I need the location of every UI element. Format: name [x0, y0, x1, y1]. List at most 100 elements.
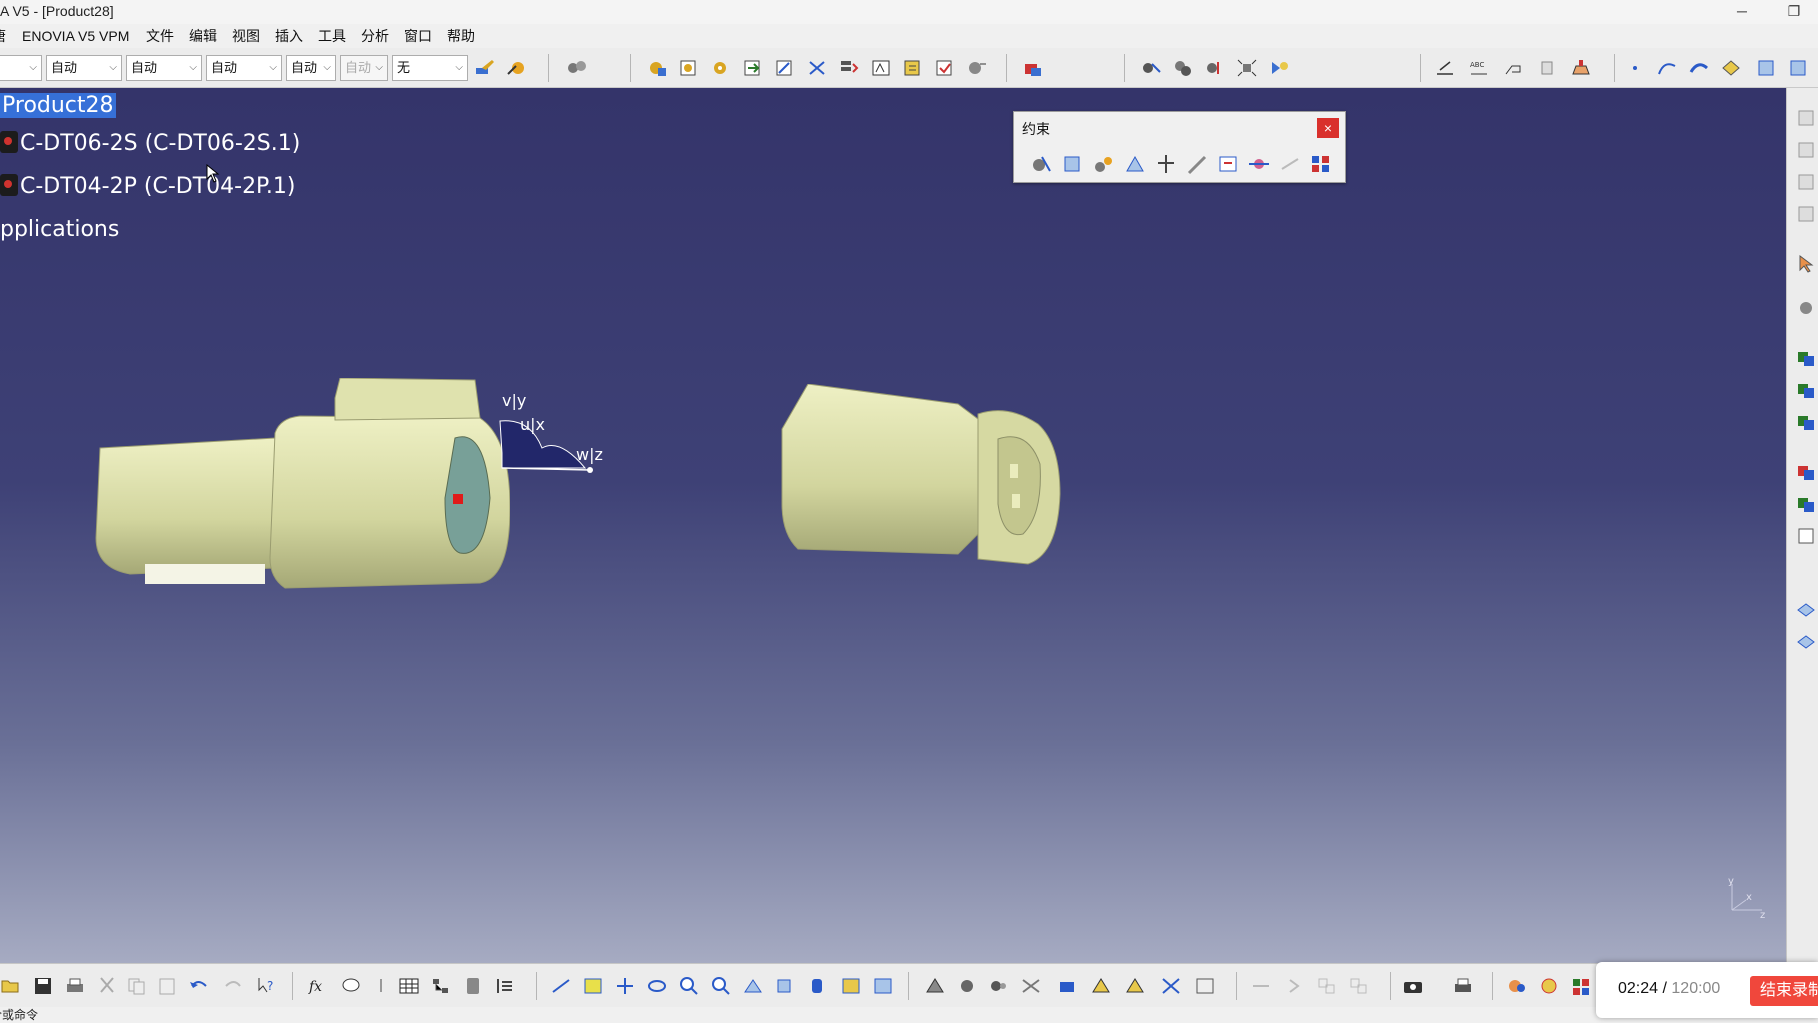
bom-icon[interactable]: [1796, 140, 1816, 160]
merge-icon[interactable]: [1348, 976, 1370, 996]
kinematics-icon[interactable]: [1124, 976, 1146, 996]
manipulation-icon[interactable]: [1140, 58, 1162, 78]
batch-print-icon[interactable]: [1452, 976, 1474, 996]
view-annotation-icon[interactable]: [1536, 58, 1558, 78]
scenes-icon[interactable]: [1570, 58, 1592, 78]
graphic-property-combo-point[interactable]: 自动 ⌵: [286, 55, 336, 81]
new-product-icon[interactable]: [678, 58, 700, 78]
part-c-dt04-2p[interactable]: [778, 384, 1068, 584]
sectioning-icon[interactable]: [1796, 494, 1816, 514]
assembly-feature-hole-icon[interactable]: [1796, 380, 1816, 400]
stop-manipulate-on-clash-icon[interactable]: [1268, 58, 1290, 78]
stop-recording-button[interactable]: 结束录制: [1750, 976, 1818, 1006]
ambient-occlusion-icon[interactable]: [1570, 976, 1592, 996]
measure-item-icon[interactable]: [1788, 58, 1810, 78]
part-body-icon[interactable]: [1056, 976, 1078, 996]
zoom-in-icon[interactable]: [678, 976, 700, 996]
print-icon[interactable]: [64, 976, 86, 996]
fix-component-icon[interactable]: [1154, 153, 1178, 175]
tree-node-c-dt06-2s[interactable]: C-DT06-2S (C-DT06-2S.1): [0, 131, 300, 156]
view-mode-icon[interactable]: [806, 976, 828, 996]
navigation-next-icon[interactable]: [1284, 976, 1306, 996]
snap-icon[interactable]: [1172, 58, 1194, 78]
distance-band-icon[interactable]: [1796, 526, 1816, 546]
offset-constraint-icon[interactable]: [1092, 153, 1116, 175]
redo-icon[interactable]: [222, 976, 244, 996]
assembly-feature-split-icon[interactable]: [1796, 348, 1816, 368]
existing-component-positioning-icon[interactable]: [774, 58, 796, 78]
undo-icon[interactable]: [188, 976, 210, 996]
select-icon[interactable]: [1796, 254, 1816, 274]
simulation-icon[interactable]: [988, 976, 1010, 996]
menu-start-fragment[interactable]: 唐: [0, 24, 6, 48]
change-constraint-icon[interactable]: [1278, 153, 1302, 175]
render-style-icon[interactable]: [1506, 976, 1528, 996]
save-icon[interactable]: [32, 976, 54, 996]
rotate-icon[interactable]: [646, 976, 668, 996]
menu-view[interactable]: 视图: [232, 24, 260, 48]
reuse-pattern-icon[interactable]: [1309, 153, 1333, 175]
part-c-dt06-2s[interactable]: [90, 378, 510, 608]
scene-icon[interactable]: [1796, 172, 1816, 192]
existing-component-icon[interactable]: [742, 58, 764, 78]
graphic-property-combo-color[interactable]: ⌵: [0, 55, 42, 81]
table-icon[interactable]: [398, 976, 420, 996]
menu-tools[interactable]: 工具: [318, 24, 346, 48]
properties-icon[interactable]: [506, 58, 528, 78]
whats-this-icon[interactable]: ?: [256, 976, 278, 996]
coincidence-constraint-icon[interactable]: [1030, 153, 1054, 175]
capture-icon[interactable]: [1402, 976, 1424, 996]
hide-show-icon[interactable]: [840, 976, 862, 996]
generate-numbering-icon[interactable]: [870, 58, 892, 78]
catalog-browser-icon[interactable]: [566, 58, 588, 78]
painter-icon[interactable]: [474, 58, 496, 78]
3d-viewport[interactable]: Product28 C-DT06-2S (C-DT06-2S.1) C-DT04…: [0, 88, 1786, 963]
close-icon[interactable]: ×: [1317, 118, 1339, 138]
graphic-property-combo-transparency[interactable]: 自动 ⌵: [46, 55, 122, 81]
quick-constraint-icon[interactable]: [1216, 153, 1240, 175]
menu-enovia[interactable]: ENOVIA V5 VPM: [22, 24, 129, 48]
fix-together-icon[interactable]: [1185, 153, 1209, 175]
update-all-icon[interactable]: [956, 976, 978, 996]
analysis-report-icon[interactable]: [1194, 976, 1216, 996]
paste-icon[interactable]: [156, 976, 178, 996]
layer-combo[interactable]: 无 ⌵: [392, 55, 468, 81]
assembly-feature-pocket-icon[interactable]: [1796, 412, 1816, 432]
point-icon[interactable]: [1624, 58, 1646, 78]
comment-icon[interactable]: [340, 976, 362, 996]
menu-analysis[interactable]: 分析: [361, 24, 389, 48]
track-icon[interactable]: [1020, 976, 1042, 996]
new-part-icon[interactable]: [710, 58, 732, 78]
publication-icon[interactable]: [1796, 204, 1816, 224]
selective-load-icon[interactable]: [902, 58, 924, 78]
text-plane-icon[interactable]: [1796, 632, 1816, 652]
flexible-rigid-icon[interactable]: [1247, 153, 1271, 175]
plane-icon[interactable]: [1720, 58, 1742, 78]
new-component-icon[interactable]: [646, 58, 668, 78]
bill-of-material-icon[interactable]: [1160, 976, 1182, 996]
fly-mode-icon[interactable]: [550, 976, 572, 996]
annotation-plane-icon[interactable]: [1796, 600, 1816, 620]
curve-icon[interactable]: [1656, 58, 1678, 78]
measure-icon[interactable]: [1756, 58, 1778, 78]
cut-icon[interactable]: [96, 976, 118, 996]
tree-structure-icon[interactable]: [430, 976, 452, 996]
smart-move-icon[interactable]: [1204, 58, 1226, 78]
graphic-property-combo-linetype[interactable]: 自动 ⌵: [126, 55, 202, 81]
normal-view-icon[interactable]: [742, 976, 764, 996]
minimize-button[interactable]: ─: [1722, 0, 1762, 22]
formula-icon[interactable]: fx: [308, 976, 330, 996]
manipulate-tool-icon[interactable]: [924, 976, 946, 996]
quick-view-icon[interactable]: [774, 976, 796, 996]
design-mode-icon[interactable]: [1022, 58, 1044, 78]
tree-node-c-dt04-2p[interactable]: C-DT04-2P (C-DT04-2P.1): [0, 174, 295, 199]
copy-icon[interactable]: [126, 976, 148, 996]
knowledge-icon[interactable]: [370, 976, 392, 996]
pan-icon[interactable]: [614, 976, 636, 996]
multi-instantiation-icon[interactable]: [966, 58, 988, 78]
space-analysis-clash-icon[interactable]: [1796, 462, 1816, 482]
tree-root-product[interactable]: Product28: [0, 93, 116, 118]
assembly-icon[interactable]: [1090, 976, 1112, 996]
open-icon[interactable]: [0, 976, 22, 996]
replace-component-icon[interactable]: [806, 58, 828, 78]
